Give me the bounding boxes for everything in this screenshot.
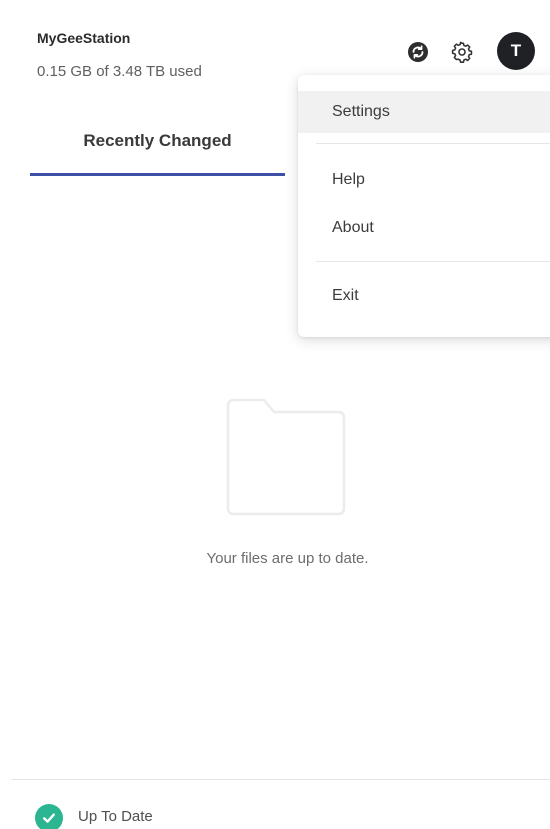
menu-item-about[interactable]: About (298, 207, 550, 249)
menu-divider (316, 143, 550, 144)
menu-item-exit[interactable]: Exit (298, 275, 550, 317)
account-dropdown-menu: Settings Help About Exit (298, 75, 550, 337)
menu-item-help[interactable]: Help (298, 159, 550, 201)
menu-item-settings[interactable]: Settings (298, 91, 550, 133)
check-circle-icon (35, 804, 63, 829)
gear-icon[interactable] (447, 37, 477, 67)
empty-state-message: Your files are up to date. (206, 550, 369, 567)
menu-divider (316, 261, 550, 262)
footer-divider (12, 779, 550, 780)
tab-recently-changed[interactable]: Recently Changed (30, 118, 285, 176)
avatar[interactable]: T (497, 32, 535, 70)
storage-usage: 0.15 GB of 3.48 TB used (37, 63, 202, 80)
app-window: MyGeeStation 0.15 GB of 3.48 TB used T R… (0, 0, 550, 829)
sync-icon[interactable] (403, 37, 433, 67)
station-name: MyGeeStation (37, 30, 131, 46)
sync-status-label: Up To Date (78, 808, 153, 825)
folder-icon (222, 398, 350, 523)
